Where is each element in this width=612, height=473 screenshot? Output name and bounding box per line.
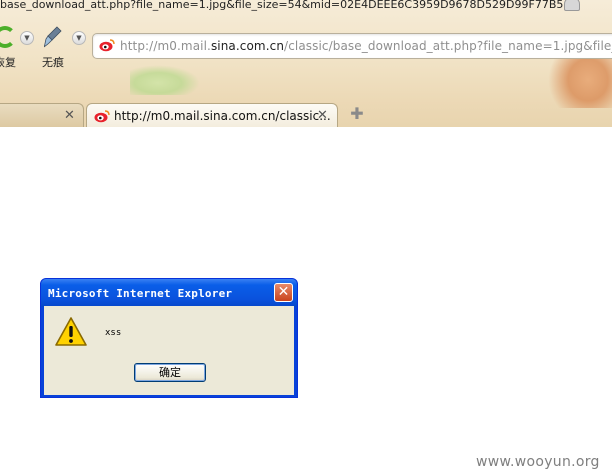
tab-strip: ✕ http://m0.mail.sina.com.cn/classic... …: [0, 103, 612, 127]
restore-label: 恢复: [0, 56, 16, 69]
skin-decoration: [130, 65, 200, 95]
no-trace-button[interactable]: 无痕: [38, 24, 72, 69]
new-tab-button[interactable]: ✚: [348, 105, 366, 123]
weibo-eye-icon: [99, 39, 115, 52]
weibo-eye-icon: [94, 110, 110, 123]
dialog-message: xss: [105, 328, 122, 338]
tab-title: http://m0.mail.sina.com.cn/classic...: [114, 109, 331, 123]
restore-icon: [0, 26, 16, 48]
browser-chrome: base_download_att.php?file_name=1.jpg&fi…: [0, 0, 612, 127]
dialog-titlebar[interactable]: Microsoft Internet Explorer ✕: [41, 279, 297, 307]
url-scheme: http://m0.mail.: [120, 39, 211, 53]
dialog-close-button[interactable]: ✕: [274, 283, 293, 302]
restore-dropdown-icon[interactable]: ▼: [20, 31, 34, 45]
tab-background[interactable]: ✕: [0, 103, 84, 127]
url-host: sina.com.cn: [210, 39, 285, 53]
brush-icon: [44, 26, 62, 48]
no-trace-dropdown-icon[interactable]: ▼: [72, 31, 86, 45]
address-bar[interactable]: http://m0.mail.sina.com.cn/classic/base_…: [92, 33, 612, 59]
no-trace-label: 无痕: [42, 56, 64, 69]
dialog-title: Microsoft Internet Explorer: [48, 287, 233, 300]
url-path: /classic/base_download_att.php?file_name…: [284, 39, 612, 53]
warning-icon: [55, 317, 87, 346]
dialog-body: xss 确定: [44, 306, 294, 395]
close-icon[interactable]: ✕: [64, 104, 75, 127]
tab-active[interactable]: http://m0.mail.sina.com.cn/classic... ✕: [86, 103, 338, 127]
window-title: base_download_att.php?file_name=1.jpg&fi…: [0, 0, 574, 11]
watermark: www.wooyun.org: [476, 454, 600, 470]
alert-dialog: Microsoft Internet Explorer ✕ xss 确定: [40, 278, 298, 398]
address-url[interactable]: http://m0.mail.sina.com.cn/classic/base_…: [120, 39, 612, 53]
restore-button[interactable]: 恢复: [0, 24, 18, 69]
ok-button[interactable]: 确定: [134, 363, 206, 382]
user-icon[interactable]: [564, 0, 580, 11]
close-icon[interactable]: ✕: [317, 104, 328, 127]
